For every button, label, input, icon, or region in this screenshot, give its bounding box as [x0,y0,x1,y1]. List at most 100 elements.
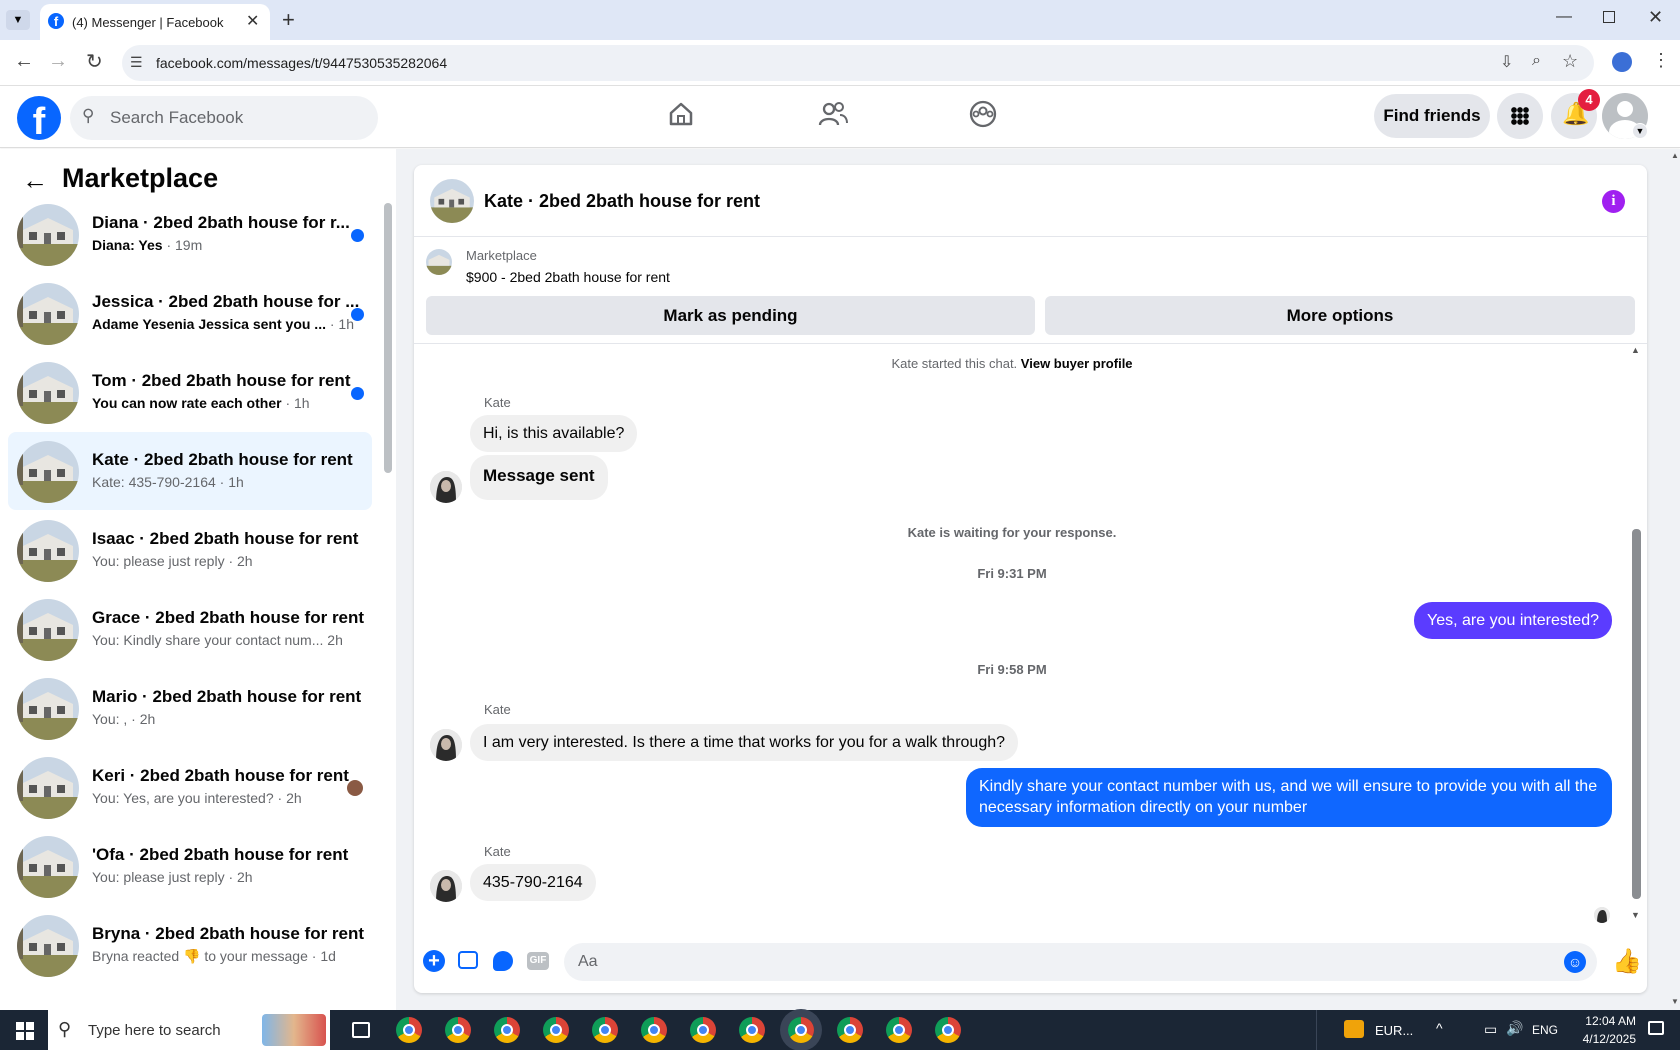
notification-badge: 4 [1578,89,1600,111]
reload-icon[interactable]: ↻ [86,49,103,74]
notification-center-icon[interactable] [1648,1021,1664,1035]
outgoing-message[interactable]: Kindly share your contact number with us… [966,768,1612,827]
url-text[interactable]: facebook.com/messages/t/9447530535282064 [156,55,447,71]
chrome-window-icon[interactable] [837,1017,863,1043]
clock-time[interactable]: 12:04 AM [1570,1014,1636,1028]
sender-avatar[interactable] [430,729,462,761]
conversation-item[interactable]: 'Ofa · 2bed 2bath house for rent You: ple… [8,827,372,905]
preview-text: You can now rate each other [92,395,282,411]
chrome-window-icon[interactable] [788,1017,814,1043]
sticker-icon[interactable] [493,951,513,971]
conversation-item[interactable]: Kate · 2bed 2bath house for rent Kate: 43… [8,432,372,510]
chrome-window-icon[interactable] [886,1017,912,1043]
network-icon[interactable]: ▭ [1484,1021,1497,1038]
home-icon[interactable] [667,100,695,128]
page-scrollbar[interactable]: ▲ ▼ [1670,149,1680,1010]
chat-title[interactable]: Kate · 2bed 2bath house for rent [484,191,760,212]
friends-icon[interactable] [818,100,848,128]
preview-time: · 2h [273,790,302,806]
conversation-item[interactable]: Tom · 2bed 2bath house for rent You can n… [8,353,372,431]
back-icon[interactable]: ← [14,50,34,73]
address-bar[interactable]: ☰ facebook.com/messages/t/94475305352820… [122,45,1594,81]
chat-scrollbar[interactable] [1632,529,1641,899]
profile-icon[interactable] [1612,52,1632,72]
install-app-icon[interactable]: ⇩ [1500,52,1513,72]
chrome-window-icon[interactable] [543,1017,569,1043]
groups-icon[interactable] [969,100,997,128]
conversation-item[interactable]: Grace · 2bed 2bath house for rent You: Ki… [8,590,372,668]
scroll-down-arrow[interactable]: ▼ [1631,910,1640,920]
browser-tab[interactable]: f (4) Messenger | Facebook ✕ [40,4,270,40]
minimize-button[interactable]: — [1556,8,1572,26]
listing-source: Marketplace [466,248,537,263]
facebook-logo-icon[interactable]: f [17,96,61,140]
incoming-message[interactable]: I am very interested. Is there a time th… [470,724,1019,761]
gif-icon[interactable]: GIF [527,952,549,970]
conversation-item[interactable]: Jessica · 2bed 2bath house for ... Adame … [8,274,372,352]
photo-icon[interactable] [458,951,478,969]
tab-list-button[interactable]: ▼ [6,10,30,30]
find-friends-button[interactable]: Find friends [1374,94,1490,138]
unread-dot [351,387,364,400]
chrome-window-icon[interactable] [690,1017,716,1043]
account-chevron-icon[interactable]: ▼ [1632,123,1648,139]
sender-name: Kate [484,702,511,717]
forward-icon[interactable]: → [48,50,68,73]
plus-icon[interactable]: + [423,950,445,972]
chrome-window-icon[interactable] [739,1017,765,1043]
conversation-item[interactable]: Isaac · 2bed 2bath house for rent You: pl… [8,511,372,589]
outgoing-message[interactable]: Yes, are you interested? [1414,602,1612,639]
listing-thumbnail [17,678,79,740]
browser-menu-icon[interactable]: ⋮ [1652,50,1670,71]
scroll-up-arrow[interactable]: ▲ [1631,345,1640,355]
close-window-button[interactable]: ✕ [1648,7,1663,28]
tray-chevron-icon[interactable]: ^ [1436,1020,1443,1036]
emoji-icon[interactable]: ☺ [1564,951,1586,973]
conversation-item[interactable]: Bryna · 2bed 2bath house for rent Bryna r… [8,906,372,984]
zoom-icon[interactable]: ⌕ [1532,52,1541,70]
chrome-window-icon[interactable] [935,1017,961,1043]
chrome-window-icon[interactable] [396,1017,422,1043]
conversation-item[interactable]: Mario · 2bed 2bath house for rent You: , … [8,669,372,747]
incoming-message[interactable]: Hi, is this available? [470,415,638,452]
conversation-item[interactable]: Diana · 2bed 2bath house for r... Diana: … [8,195,372,273]
listing-thumbnail[interactable] [426,249,452,275]
sender-avatar[interactable] [430,471,462,503]
incoming-message[interactable]: 435-790-2164 [470,864,596,901]
task-view-icon[interactable] [352,1022,370,1038]
incoming-message[interactable]: Message sent [470,455,608,500]
back-arrow-icon[interactable]: ← [22,165,48,196]
sidebar-scrollbar[interactable] [384,203,392,473]
chrome-window-icon[interactable] [592,1017,618,1043]
volume-icon[interactable]: 🔊 [1506,1020,1523,1037]
tray-app-icon[interactable] [1344,1020,1364,1038]
conversation-name: Tom · 2bed 2bath house for rent [92,371,351,390]
listing-banner: Marketplace $900 - 2bed 2bath house for … [414,238,1647,344]
close-tab-icon[interactable]: ✕ [246,11,259,31]
chrome-window-icon[interactable] [641,1017,667,1043]
chat-avatar[interactable] [430,179,474,223]
mark-pending-button[interactable]: Mark as pending [426,296,1035,335]
menu-grid-button[interactable] [1497,93,1543,139]
taskbar-search[interactable]: ⚲ Type here to search [48,1010,330,1050]
new-tab-button[interactable]: + [282,7,295,33]
listing-title[interactable]: $900 - 2bed 2bath house for rent [466,269,670,285]
clock-date[interactable]: 4/12/2025 [1570,1032,1636,1046]
more-options-button[interactable]: More options [1045,296,1635,335]
search-box[interactable]: ⚲ Search Facebook [70,96,378,140]
conversation-item[interactable]: Keri · 2bed 2bath house for rent You: Yes… [8,748,372,826]
message-input[interactable]: Aa ☺ [564,943,1597,981]
chat-started-note: Kate started this chat. View buyer profi… [414,356,1610,371]
chrome-window-icon[interactable] [445,1017,471,1043]
preview-text: Bryna reacted 👎 to your message [92,948,308,964]
chrome-window-icon[interactable] [494,1017,520,1043]
bookmark-star-icon[interactable]: ☆ [1562,51,1578,72]
site-info-icon[interactable]: ☰ [130,54,143,71]
language-indicator[interactable]: ENG [1532,1023,1558,1037]
sender-avatar[interactable] [430,870,462,902]
view-buyer-profile-link[interactable]: View buyer profile [1021,356,1133,371]
windows-start-icon[interactable] [16,1022,34,1040]
info-icon[interactable]: i [1602,190,1625,213]
thumbs-up-icon[interactable]: 👍 [1612,947,1642,976]
restore-button[interactable] [1603,11,1615,23]
